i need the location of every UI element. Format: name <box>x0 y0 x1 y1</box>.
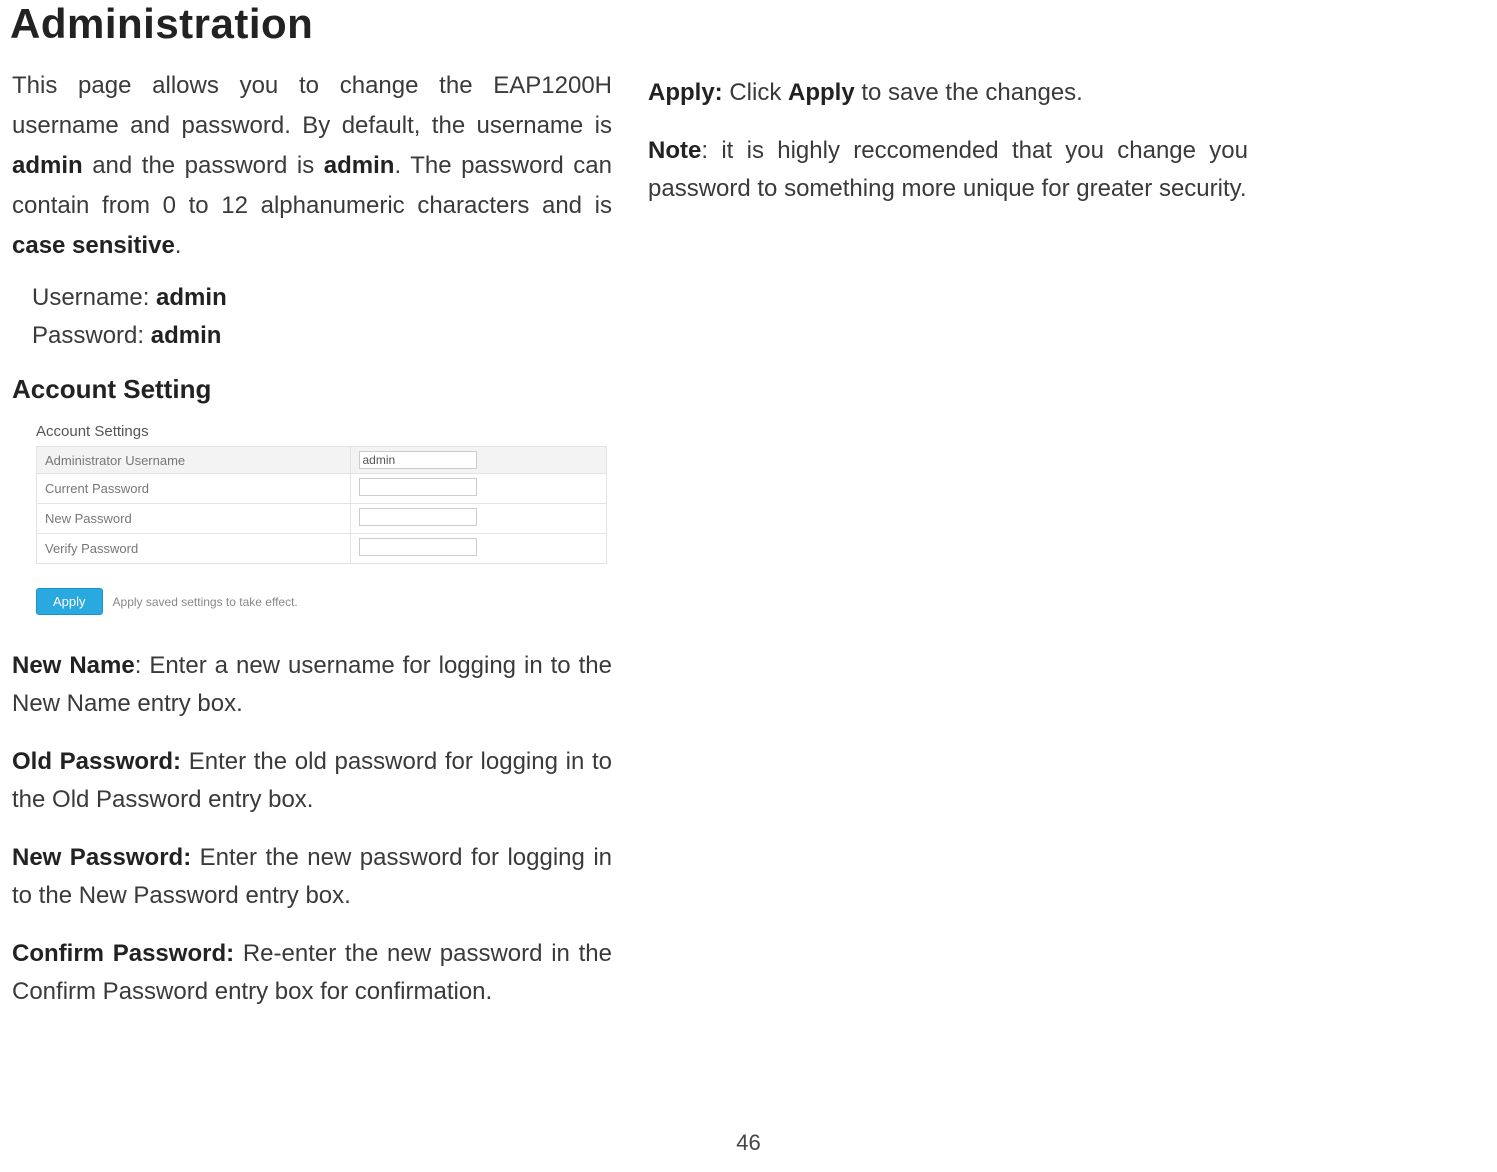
apply-button[interactable]: Apply <box>36 588 103 615</box>
left-column: This page allows you to change the EAP12… <box>12 66 612 1031</box>
intro-bold-admin-1: admin <box>12 152 83 179</box>
row-field-new-password <box>350 504 607 534</box>
intro-paragraph: This page allows you to change the EAP12… <box>12 66 612 266</box>
def-sep <box>234 940 243 967</box>
page-number: 46 <box>0 1130 1497 1156</box>
table-row: Administrator Username admin <box>37 447 607 474</box>
intro-pre: This page allows you to change the EAP12… <box>12 72 612 139</box>
def-label: New Password: <box>12 844 191 871</box>
definition-new-password: New Password: Enter the new password for… <box>12 839 612 915</box>
apply-row: Apply Apply saved settings to take effec… <box>36 588 606 615</box>
document-page: Administration This page allows you to c… <box>0 0 1497 1172</box>
def-sep <box>191 844 199 871</box>
account-settings-screenshot: Account Settings Administrator Username … <box>36 423 606 615</box>
def-sep: : <box>135 652 150 679</box>
row-field-admin-username: admin <box>350 447 607 474</box>
definition-confirm-password: Confirm Password: Re-enter the new passw… <box>12 935 612 1011</box>
current-password-input[interactable] <box>359 478 477 496</box>
admin-username-input[interactable]: admin <box>359 451 477 469</box>
row-label-current-password: Current Password <box>37 474 351 504</box>
username-value: admin <box>156 284 227 311</box>
password-value: admin <box>151 322 222 349</box>
screenshot-title: Account Settings <box>36 423 606 440</box>
note-label: Note <box>648 137 701 164</box>
def-label: New Name <box>12 652 135 679</box>
intro-mid1: and the password is <box>83 152 324 179</box>
verify-password-input[interactable] <box>359 538 477 556</box>
section-heading-account-setting: Account Setting <box>12 374 612 405</box>
two-column-layout: This page allows you to change the EAP12… <box>0 66 1497 1031</box>
note-text: it is highly reccomended that you change… <box>648 137 1248 202</box>
default-username-line: Username: admin <box>32 284 612 312</box>
intro-bold-case-sensitive: case sensitive <box>12 232 175 259</box>
definition-apply: Apply: Click Apply to save the changes. <box>648 74 1248 112</box>
row-label-new-password: New Password <box>37 504 351 534</box>
definition-new-name: New Name: Enter a new username for loggi… <box>12 647 612 723</box>
row-label-verify-password: Verify Password <box>37 534 351 564</box>
username-label: Username: <box>32 284 156 311</box>
note-sep: : <box>701 137 721 164</box>
intro-bold-admin-2: admin <box>324 152 395 179</box>
right-column: Apply: Click Apply to save the changes. … <box>648 66 1248 1031</box>
def-sep <box>181 748 189 775</box>
account-settings-table: Administrator Username admin Current Pas… <box>36 446 607 564</box>
def-label: Apply: <box>648 79 723 106</box>
row-field-current-password <box>350 474 607 504</box>
default-password-line: Password: admin <box>32 322 612 350</box>
row-label-admin-username: Administrator Username <box>37 447 351 474</box>
row-field-verify-password <box>350 534 607 564</box>
intro-end: . <box>175 232 182 259</box>
def-label: Confirm Password: <box>12 940 234 967</box>
table-row: New Password <box>37 504 607 534</box>
apply-bold: Apply <box>788 79 855 106</box>
table-row: Current Password <box>37 474 607 504</box>
apply-post: to save the changes. <box>855 79 1083 106</box>
apply-hint-text: Apply saved settings to take effect. <box>113 595 298 609</box>
note-paragraph: Note: it is highly reccomended that you … <box>648 132 1248 208</box>
apply-pre: Click <box>723 79 788 106</box>
definition-old-password: Old Password: Enter the old password for… <box>12 743 612 819</box>
table-row: Verify Password <box>37 534 607 564</box>
password-label: Password: <box>32 322 151 349</box>
new-password-input[interactable] <box>359 508 477 526</box>
page-title: Administration <box>10 0 1497 48</box>
def-label: Old Password: <box>12 748 181 775</box>
